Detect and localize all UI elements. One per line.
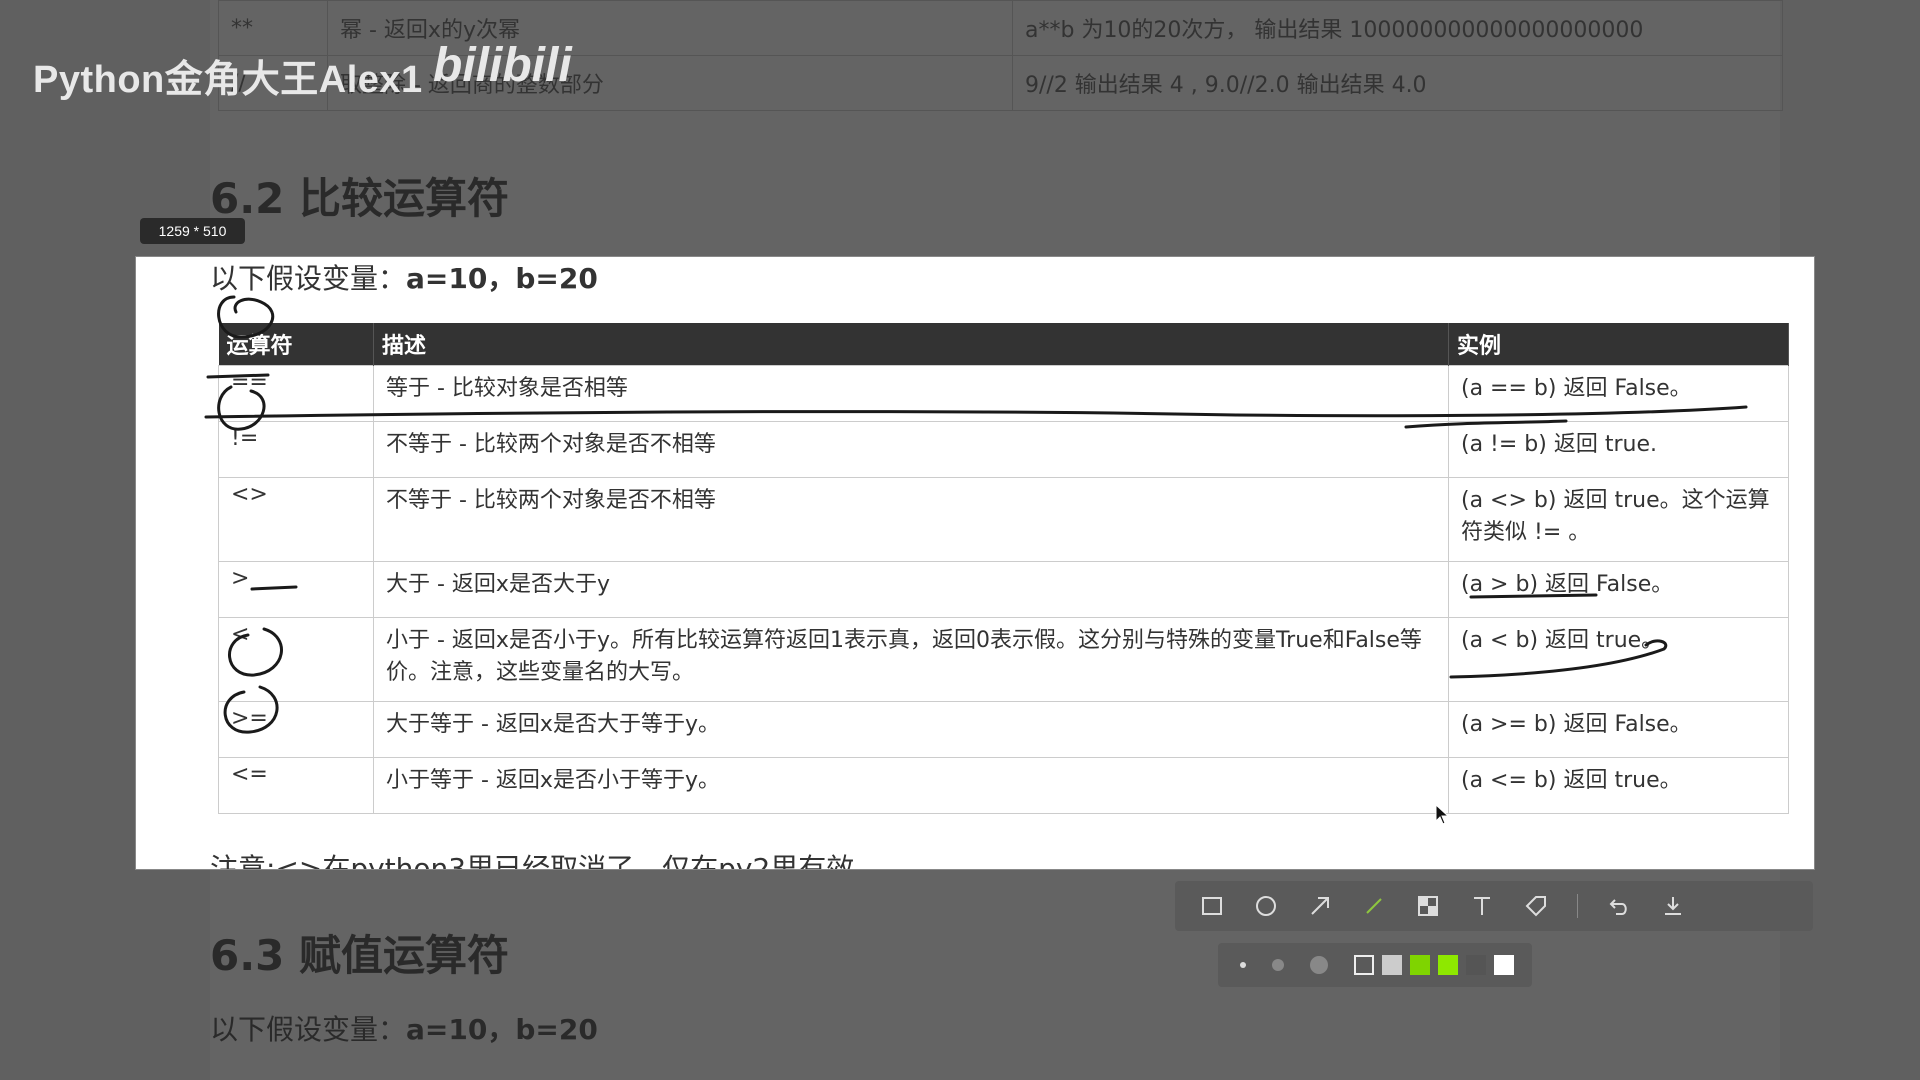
undo-icon[interactable]: [1606, 893, 1632, 919]
pen-palette: [1218, 943, 1532, 987]
desc-cell: 小于等于 - 返回x是否小于等于y。: [373, 757, 1449, 814]
example-cell: (a < b) 返回 true。: [1448, 617, 1789, 702]
channel-watermark: Python金角大王Alex1: [33, 59, 423, 101]
col-header-description: 描述: [373, 323, 1449, 366]
python3-note: 注意:<>在python3里已经取消了，仅在py2里有效: [210, 852, 855, 869]
table-row: != 不等于 - 比较两个对象是否不相等 (a != b) 返回 true.: [218, 421, 1789, 478]
table-row: >= 大于等于 - 返回x是否大于等于y。 (a >= b) 返回 False。: [218, 701, 1789, 758]
assumption-line: 以下假设变量：a=10，b=20: [210, 257, 598, 297]
tag-icon[interactable]: [1523, 893, 1549, 919]
mosaic-icon[interactable]: [1415, 893, 1441, 919]
pen-size-large[interactable]: [1310, 956, 1328, 974]
pen-size-medium[interactable]: [1272, 959, 1284, 971]
text-icon[interactable]: [1469, 893, 1495, 919]
color-swatch-white-outline[interactable]: [1354, 955, 1374, 975]
op-cell: !=: [218, 421, 374, 478]
mouse-cursor-icon: [1435, 804, 1450, 825]
pen-icon[interactable]: [1361, 893, 1387, 919]
section-heading-6-3: 6.3 赋值运算符: [210, 931, 510, 980]
section-heading-6-2: 6.2 比较运算符: [210, 174, 510, 223]
op-cell: <=: [218, 757, 374, 814]
color-swatch-green[interactable]: [1410, 955, 1430, 975]
example-cell: (a >= b) 返回 False。: [1448, 701, 1789, 758]
example-cell: 9//2 输出结果 4 , 9.0//2.0 输出结果 4.0: [1012, 55, 1783, 111]
desc-cell: 幂 - 返回x的y次幂: [327, 0, 1013, 56]
op-cell: <: [218, 617, 374, 702]
example-cell: (a <> b) 返回 true。这个运算符类似 != 。: [1448, 477, 1789, 562]
table-row: < 小于 - 返回x是否小于y。所有比较运算符返回1表示真，返回0表示假。这分别…: [218, 617, 1789, 702]
table-header-row: 运算符 描述 实例: [218, 323, 1789, 366]
col-header-example: 实例: [1448, 323, 1789, 366]
op-cell: ==: [218, 365, 374, 422]
comparison-operator-table: 运算符 描述 实例 == 等于 - 比较对象是否相等 (a == b) 返回 F…: [218, 323, 1789, 814]
pen-size-small[interactable]: [1240, 962, 1246, 968]
table-row: > 大于 - 返回x是否大于y (a > b) 返回 False。: [218, 561, 1789, 618]
selection-size-badge: 1259 * 510: [140, 218, 245, 244]
example-cell: (a > b) 返回 False。: [1448, 561, 1789, 618]
arrow-icon[interactable]: [1307, 893, 1333, 919]
color-swatch-dark[interactable]: [1466, 955, 1486, 975]
assumption-vars: a=10，b=20: [406, 1013, 598, 1046]
desc-cell: 等于 - 比较对象是否相等: [373, 365, 1449, 422]
ellipse-icon[interactable]: [1253, 893, 1279, 919]
example-cell: (a <= b) 返回 true。: [1448, 757, 1789, 814]
desc-cell: 小于 - 返回x是否小于y。所有比较运算符返回1表示真，返回0表示假。这分别与特…: [373, 617, 1449, 702]
annotation-toolbar: [1175, 881, 1813, 931]
op-cell: >: [218, 561, 374, 618]
color-swatch-gray[interactable]: [1382, 955, 1402, 975]
table-row: == 等于 - 比较对象是否相等 (a == b) 返回 False。: [218, 365, 1789, 422]
screenshot-capture-area[interactable]: 以下假设变量：a=10，b=20 运算符 描述 实例 == 等于 - 比较对象是…: [136, 257, 1814, 869]
desc-cell: 大于 - 返回x是否大于y: [373, 561, 1449, 618]
color-swatch-lime[interactable]: [1438, 955, 1458, 975]
desc-cell: 不等于 - 比较两个对象是否不相等: [373, 477, 1449, 562]
color-swatch-white[interactable]: [1494, 955, 1514, 975]
table-row: <= 小于等于 - 返回x是否小于等于y。 (a <= b) 返回 true。: [218, 757, 1789, 814]
assumption-prefix: 以下假设变量：: [210, 1013, 407, 1046]
op-cell: <>: [218, 477, 374, 562]
bilibili-logo: bilibili: [433, 39, 572, 92]
table-row: <> 不等于 - 比较两个对象是否不相等 (a <> b) 返回 true。这个…: [218, 477, 1789, 562]
example-cell: (a != b) 返回 true.: [1448, 421, 1789, 478]
desc-cell: 大于等于 - 返回x是否大于等于y。: [373, 701, 1449, 758]
desc-cell: 不等于 - 比较两个对象是否不相等: [373, 421, 1449, 478]
assumption-prefix: 以下假设变量：: [210, 262, 407, 295]
col-header-operator: 运算符: [218, 323, 374, 366]
example-cell: a**b 为10的20次方， 输出结果 10000000000000000000…: [1012, 0, 1783, 56]
example-cell: (a == b) 返回 False。: [1448, 365, 1789, 422]
download-icon[interactable]: [1660, 893, 1686, 919]
assumption-vars: a=10，b=20: [406, 262, 598, 295]
op-cell: >=: [218, 701, 374, 758]
desc-cell: 取整除 - 返回商的整数部分: [327, 55, 1013, 111]
toolbar-divider: [1577, 894, 1578, 918]
assumption-line-6-3: 以下假设变量：a=10，b=20: [210, 1008, 598, 1048]
rectangle-icon[interactable]: [1199, 893, 1225, 919]
